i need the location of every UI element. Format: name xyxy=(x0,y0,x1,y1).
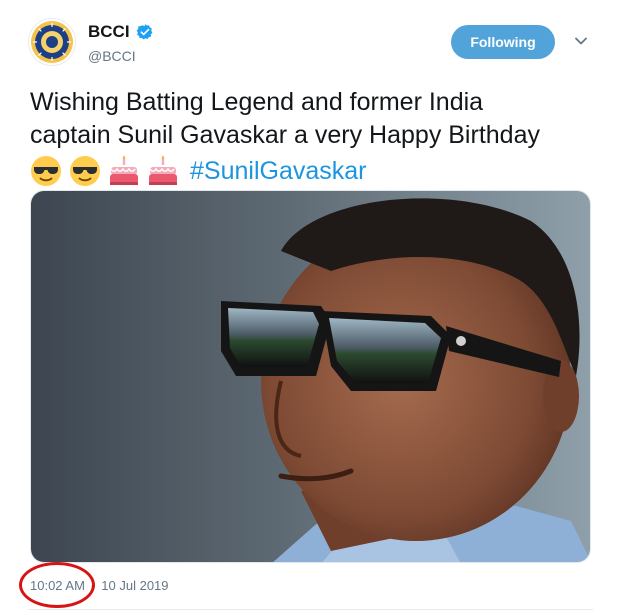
tweet-text: Wishing Batting Legend and former India … xyxy=(30,86,610,189)
emoji-row: #SunilGavaskar xyxy=(30,153,610,189)
tweet-photo[interactable] xyxy=(30,190,591,563)
tweet-text-line-1: Wishing Batting Legend and former India xyxy=(30,88,484,116)
hashtag-link[interactable]: #SunilGavaskar xyxy=(190,155,366,188)
portrait-photo xyxy=(31,191,590,562)
display-name[interactable]: BCCI xyxy=(88,22,130,42)
sunglasses-emoji-icon xyxy=(31,156,61,186)
sunglasses-emoji-icon xyxy=(70,156,100,186)
tweet-date[interactable]: 10 Jul 2019 xyxy=(101,578,168,593)
tweet-timestamp[interactable]: 10:02 AM xyxy=(30,578,85,593)
birthday-cake-emoji-icon xyxy=(149,155,177,185)
chevron-down-icon[interactable] xyxy=(574,36,588,46)
avatar[interactable] xyxy=(28,18,76,66)
handle[interactable]: @BCCI xyxy=(88,48,136,64)
bcci-logo-icon xyxy=(31,21,73,63)
tweet-card: BCCI @BCCI Following Wishing Batting Leg… xyxy=(0,0,625,614)
name-row: BCCI xyxy=(88,22,154,42)
following-button[interactable]: Following xyxy=(451,25,555,59)
divider xyxy=(28,609,593,610)
birthday-cake-emoji-icon xyxy=(110,155,138,185)
tweet-meta: 10:02 AM - 10 Jul 2019 xyxy=(30,578,169,593)
verified-badge-icon xyxy=(136,24,152,40)
meta-separator: - xyxy=(90,578,96,593)
tweet-text-line-2: captain Sunil Gavaskar a very Happy Birt… xyxy=(30,121,540,149)
